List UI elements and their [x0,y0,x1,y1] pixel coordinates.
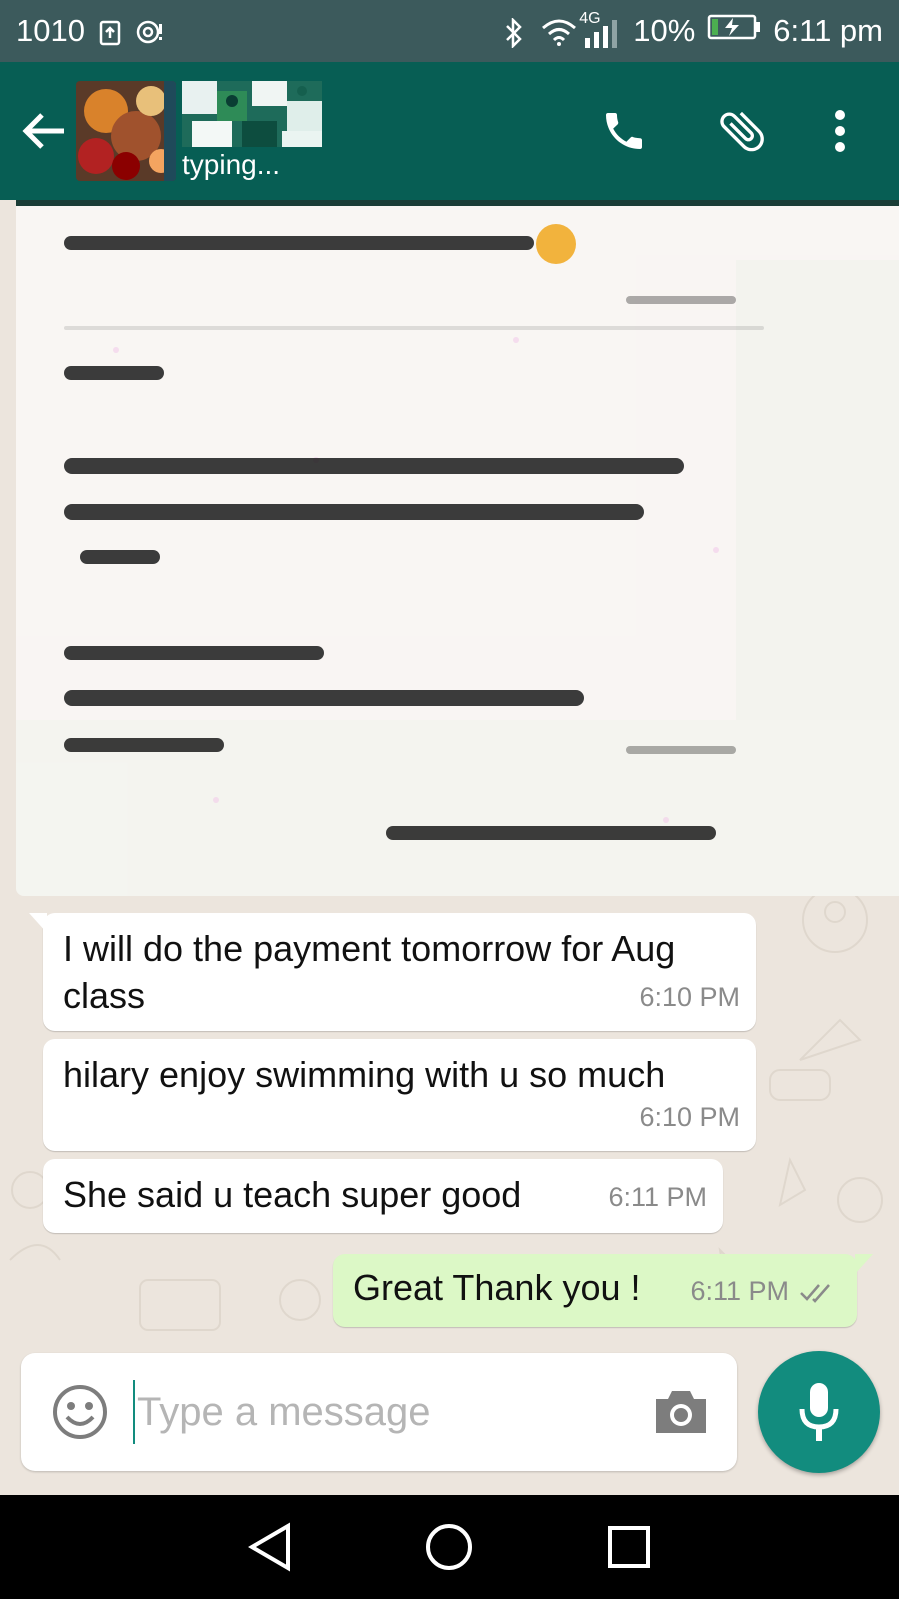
contact-avatar[interactable] [76,81,176,181]
paperclip-icon [720,111,764,152]
bubble-tail [29,913,47,933]
chat-area[interactable]: I will do the payment tomorrow for Aug c… [0,200,899,1495]
phone-icon [606,113,642,149]
message-composer [21,1353,737,1471]
network-type: 4G [579,10,601,27]
message-bubble-incoming[interactable]: hilary enjoy swimming with u so much 6:1… [43,1039,756,1151]
nav-home-circle-icon [426,1524,473,1570]
battery-icon [707,13,761,49]
contact-info[interactable]: typing... [182,81,322,181]
contact-status: typing... [182,149,281,180]
image-message[interactable] [16,200,899,896]
message-time: 6:11 PM [690,1268,837,1315]
voice-call-button[interactable] [589,96,659,166]
camera-button[interactable] [652,1380,710,1444]
smiley-icon [53,1385,107,1439]
system-nav-bar [0,1495,899,1599]
bluetooth-icon [503,16,529,50]
status-bar: 1010 4G 10% 6:11 pm [0,0,899,62]
message-time: 6:10 PM [639,1102,740,1132]
upload-notification-icon [97,18,123,46]
back-button[interactable] [14,101,74,161]
message-time-label: 6:11 PM [690,1276,789,1306]
message-bubble-outgoing[interactable]: Great Thank you ! 6:11 PM [333,1254,873,1327]
clock: 6:11 pm [773,13,883,48]
message-text: hilary enjoy swimming with u so much [63,1054,666,1095]
chat-header: typing... [0,62,899,200]
microphone-icon [799,1383,839,1441]
more-options-button[interactable] [805,96,875,166]
back-arrow-icon [22,113,64,149]
attach-button[interactable] [707,96,777,166]
nav-back-button[interactable] [235,1512,305,1582]
battery-percent: 10% [633,13,696,48]
bubble-tail [855,1254,873,1274]
camera-icon [656,1391,706,1433]
wifi-icon [541,18,577,46]
voice-record-button[interactable] [758,1351,880,1473]
double-tick-icon [800,1283,830,1303]
message-bubble-incoming[interactable]: She said u teach super good 6:11 PM [43,1159,723,1233]
message-input[interactable] [133,1380,652,1444]
nav-home-button[interactable] [414,1512,484,1582]
cell-signal-icon: 4G [579,10,621,48]
contact-name-redacted [182,81,322,147]
more-vert-icon [835,110,845,152]
emoji-button[interactable] [51,1382,109,1442]
message-bubble-incoming[interactable]: I will do the payment tomorrow for Aug c… [29,913,756,1031]
nav-recents-square-icon [608,1526,651,1568]
status-left-text: 1010 [16,13,85,48]
hotspot-notification-icon [135,18,162,44]
nav-recents-button[interactable] [594,1512,664,1582]
nav-back-triangle-icon [247,1522,290,1572]
message-time: 6:11 PM [608,1182,707,1212]
message-time: 6:10 PM [639,982,740,1012]
